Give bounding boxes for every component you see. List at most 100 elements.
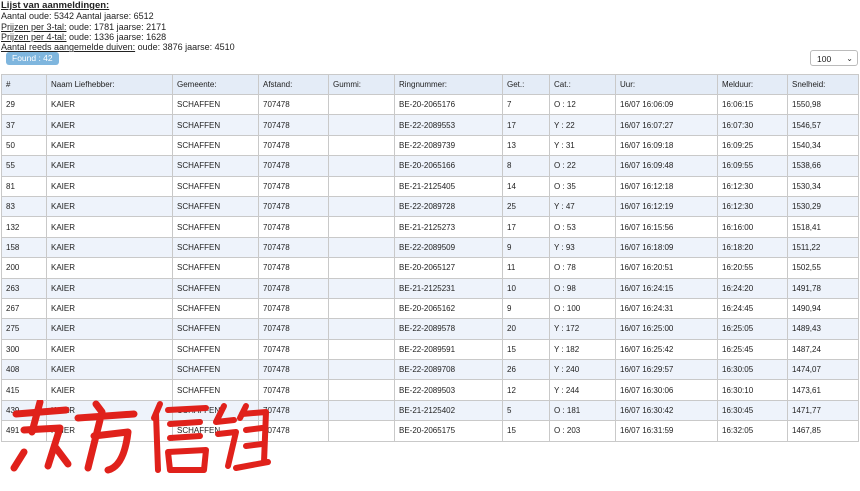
prizes-3-values: oude: 1781 jaarse: 2171 (66, 21, 167, 32)
cell-entered: 14 (502, 175, 550, 197)
cell-category: O : 181 (549, 399, 616, 422)
cell-arrival-time: 16/07 16:09:48 (615, 155, 718, 177)
cell-distance: 707478 (258, 338, 329, 361)
cell-municipality: SCHAFFEN (172, 277, 259, 299)
page-title: Lijst van aanmeldingen: (1, 0, 110, 11)
cell-rank: 415 (1, 379, 47, 401)
column-header[interactable]: Snelheid: (787, 74, 859, 95)
cell-rank: 81 (1, 175, 47, 197)
cell-category: O : 12 (549, 93, 616, 116)
table-row[interactable]: 275 KAIER SCHAFFEN 707478 BE-22-2089578 20 Y :… (1, 318, 859, 340)
cell-rank: 158 (1, 236, 47, 259)
cell-speed: 1471,77 (787, 399, 859, 422)
cell-municipality: SCHAFFEN (172, 297, 259, 320)
cell-speed: 1538,66 (787, 155, 859, 177)
cell-report-time: 16:32:05 (717, 420, 788, 442)
cell-rubber-ring (328, 236, 395, 259)
table-row[interactable]: 158 KAIER SCHAFFEN 707478 BE-22-2089509 9 Y : … (1, 236, 859, 259)
column-header[interactable]: Gemeente: (172, 74, 259, 95)
column-header[interactable]: Gummi: (328, 74, 395, 95)
cell-rubber-ring (328, 195, 395, 218)
table-row[interactable]: 267 KAIER SCHAFFEN 707478 BE-20-2065162 9 O : … (1, 297, 859, 320)
cell-municipality: SCHAFFEN (172, 195, 259, 218)
column-header[interactable]: Cat.: (549, 74, 616, 95)
table-row[interactable]: 50 KAIER SCHAFFEN 707478 BE-22-2089739 13 Y : … (1, 134, 859, 157)
table-body: 29 KAIER SCHAFFEN 707478 BE-20-2065176 7 O : 1… (1, 93, 859, 442)
cell-fancier-name: KAIER (46, 195, 173, 218)
cell-category: O : 203 (549, 420, 616, 442)
watermark-glyph-4 (213, 403, 271, 471)
cell-rubber-ring (328, 114, 395, 136)
page-size-value: 100 (817, 54, 832, 64)
cell-speed: 1550,98 (787, 93, 859, 116)
cell-report-time: 16:07:30 (717, 114, 788, 136)
found-badge: Found : 42 (6, 52, 59, 65)
cell-rubber-ring (328, 257, 395, 279)
table-row[interactable]: 408 KAIER SCHAFFEN 707478 BE-22-2089708 26 Y :… (1, 359, 859, 381)
cell-speed: 1490,94 (787, 297, 859, 320)
cell-speed: 1473,61 (787, 379, 859, 401)
cell-report-time: 16:09:55 (717, 155, 788, 177)
cell-rank: 132 (1, 216, 47, 238)
cell-rubber-ring (328, 420, 395, 442)
table-row[interactable]: 83 KAIER SCHAFFEN 707478 BE-22-2089728 25 Y : … (1, 195, 859, 218)
cell-ring-number: BE-20-2065166 (394, 155, 503, 177)
table-row[interactable]: 81 KAIER SCHAFFEN 707478 BE-21-2125405 14 O : … (1, 175, 859, 197)
cell-rubber-ring (328, 277, 395, 299)
cell-distance: 707478 (258, 277, 329, 299)
cell-ring-number: BE-21-2125402 (394, 399, 503, 422)
cell-rubber-ring (328, 379, 395, 401)
cell-report-time: 16:06:15 (717, 93, 788, 116)
cell-report-time: 16:20:55 (717, 257, 788, 279)
cell-municipality: SCHAFFEN (172, 175, 259, 197)
cell-distance: 707478 (258, 93, 329, 116)
column-header[interactable]: Ringnummer: (394, 74, 503, 95)
table-row[interactable]: 415 KAIER SCHAFFEN 707478 BE-22-2089503 12 Y :… (1, 379, 859, 401)
table-row[interactable]: 263 KAIER SCHAFFEN 707478 BE-21-2125231 10 O :… (1, 277, 859, 299)
column-header[interactable]: Uur: (615, 74, 718, 95)
cell-speed: 1467,85 (787, 420, 859, 442)
cell-entered: 15 (502, 338, 550, 361)
cell-distance: 707478 (258, 134, 329, 157)
page-size-select[interactable]: 100 ⌄ (810, 50, 858, 66)
cell-municipality: SCHAFFEN (172, 359, 259, 381)
cell-rank: 408 (1, 359, 47, 381)
cell-rank: 83 (1, 195, 47, 218)
prizes-4-link[interactable]: Prijzen per 4-tal: (1, 32, 67, 42)
cell-entered: 9 (502, 297, 550, 320)
cell-fancier-name: KAIER (46, 134, 173, 157)
table-row[interactable]: 37 KAIER SCHAFFEN 707478 BE-22-2089553 17 Y : … (1, 114, 859, 136)
cell-fancier-name: KAIER (46, 379, 173, 401)
cell-fancier-name: KAIER (46, 236, 173, 259)
watermark-glyph-2 (74, 400, 138, 474)
column-header[interactable]: Get.: (502, 74, 550, 95)
cell-speed: 1487,24 (787, 338, 859, 361)
cell-rank: 275 (1, 318, 47, 340)
cell-entered: 7 (502, 93, 550, 116)
table-row[interactable]: 200 KAIER SCHAFFEN 707478 BE-20-2065127 11 O :… (1, 257, 859, 279)
table-row[interactable]: 300 KAIER SCHAFFEN 707478 BE-22-2089591 15 Y :… (1, 338, 859, 361)
table-row[interactable]: 29 KAIER SCHAFFEN 707478 BE-20-2065176 7 O : 1… (1, 93, 859, 116)
column-header[interactable]: # (1, 74, 47, 95)
cell-arrival-time: 16/07 16:12:19 (615, 195, 718, 218)
cell-rubber-ring (328, 134, 395, 157)
table-row[interactable]: 55 KAIER SCHAFFEN 707478 BE-20-2065166 8 O : 2… (1, 155, 859, 177)
cell-rubber-ring (328, 297, 395, 320)
cell-entered: 25 (502, 195, 550, 218)
cell-report-time: 16:25:45 (717, 338, 788, 361)
cell-fancier-name: KAIER (46, 359, 173, 381)
cell-arrival-time: 16/07 16:30:06 (615, 379, 718, 401)
registered-link[interactable]: Aantal reeds aangemelde duiven: (1, 42, 135, 52)
cell-arrival-time: 16/07 16:29:57 (615, 359, 718, 381)
table-row[interactable]: 132 KAIER SCHAFFEN 707478 BE-21-2125273 17 O :… (1, 216, 859, 238)
cell-ring-number: BE-22-2089509 (394, 236, 503, 259)
column-header[interactable]: Melduur: (717, 74, 788, 95)
cell-fancier-name: KAIER (46, 277, 173, 299)
cell-category: Y : 22 (549, 114, 616, 136)
column-header[interactable]: Afstand: (258, 74, 329, 95)
cell-distance: 707478 (258, 114, 329, 136)
prizes-3-link[interactable]: Prijzen per 3-tal: (1, 22, 67, 32)
cell-ring-number: BE-21-2125231 (394, 277, 503, 299)
cell-rubber-ring (328, 93, 395, 116)
column-header[interactable]: Naam Liefhebber: (46, 74, 173, 95)
